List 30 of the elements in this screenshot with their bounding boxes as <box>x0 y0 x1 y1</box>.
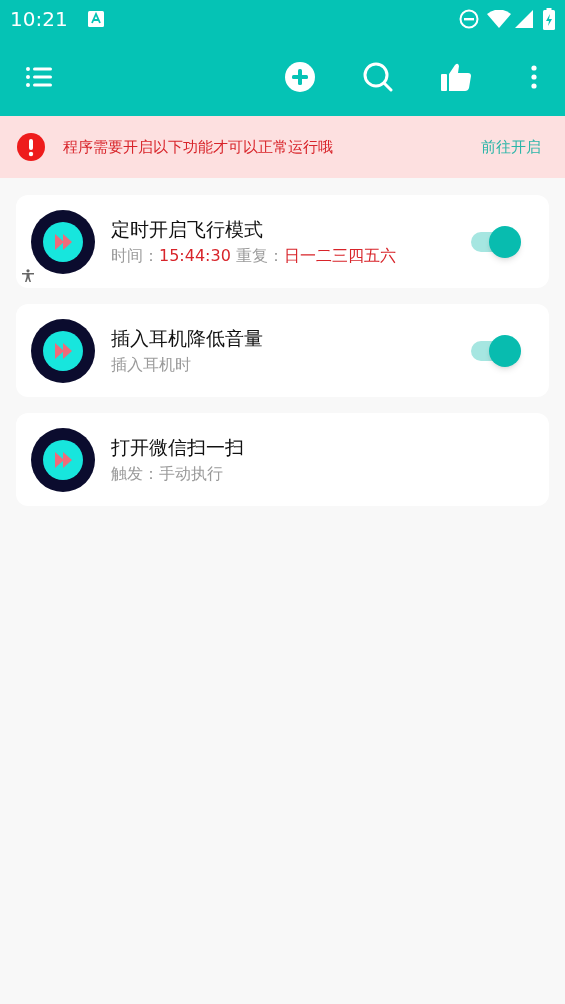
task-card[interactable]: 打开微信扫一扫 触发：手动执行 <box>16 413 549 506</box>
toggle-switch[interactable] <box>469 225 521 258</box>
add-button[interactable] <box>283 60 317 94</box>
task-subtitle: 插入耳机时 <box>111 354 192 377</box>
keyboard-notification-icon <box>87 11 104 27</box>
search-icon <box>363 62 393 92</box>
task-card[interactable]: 定时开启飞行模式 时间：15:44:30 重复：日一二三四五六 <box>16 195 549 288</box>
do-not-disturb-icon <box>459 9 479 29</box>
task-subtitle: 触发：手动执行 <box>111 463 224 486</box>
search-button[interactable] <box>361 60 395 94</box>
add-icon <box>285 62 315 92</box>
task-subtitle: 时间：15:44:30 重复：日一二三四五六 <box>111 245 397 268</box>
task-icon <box>31 427 95 492</box>
thumbs-up-icon <box>441 62 471 92</box>
notice-message: 程序需要开启以下功能才可以正常运行哦 <box>63 136 334 158</box>
task-icon <box>31 209 95 274</box>
toggle-switch[interactable] <box>469 334 521 367</box>
accessibility-icon <box>22 269 34 282</box>
task-icon <box>31 318 95 383</box>
status-time: 10:21 <box>10 6 68 33</box>
more-icon <box>531 65 537 89</box>
task-title: 插入耳机降低音量 <box>111 325 264 351</box>
menu-icon <box>26 66 52 88</box>
wifi-icon <box>487 10 511 28</box>
task-card[interactable]: 插入耳机降低音量 插入耳机时 <box>16 304 549 397</box>
task-title: 打开微信扫一扫 <box>111 434 245 460</box>
alert-icon <box>17 133 45 161</box>
task-title: 定时开启飞行模式 <box>111 216 264 242</box>
signal-icon <box>515 10 533 28</box>
battery-icon <box>543 8 555 30</box>
